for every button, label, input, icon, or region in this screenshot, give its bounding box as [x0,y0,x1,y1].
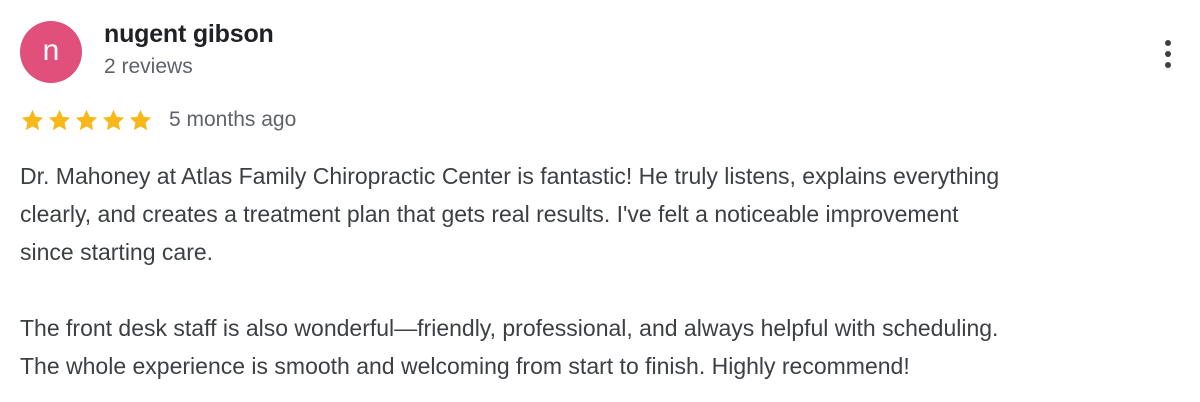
more-vert-icon-dot [1165,62,1171,68]
review-paragraph: The front desk staff is also wonderful—f… [20,315,999,379]
star-icon [75,109,98,130]
star-icon [21,109,44,130]
avatar[interactable]: n [20,21,82,83]
star-rating [20,108,153,133]
review-card: n nugent gibson 2 reviews 5 months ago D… [0,0,1200,402]
avatar-initial: n [42,33,60,67]
more-options-button[interactable] [1150,34,1186,74]
review-paragraph: Dr. Mahoney at Atlas Family Chiropractic… [20,163,1000,265]
star-icon [48,109,71,130]
star-icon [129,109,152,130]
review-count[interactable]: 2 reviews [104,55,193,79]
more-vert-icon-dot [1165,40,1171,46]
review-time: 5 months ago [169,108,297,131]
rating-row: 5 months ago [20,104,296,136]
star-icon [102,109,125,130]
reviewer-name[interactable]: nugent gibson [104,20,274,49]
more-vert-icon-dot [1165,51,1171,57]
review-text: Dr. Mahoney at Atlas Family Chiropractic… [20,157,1190,385]
